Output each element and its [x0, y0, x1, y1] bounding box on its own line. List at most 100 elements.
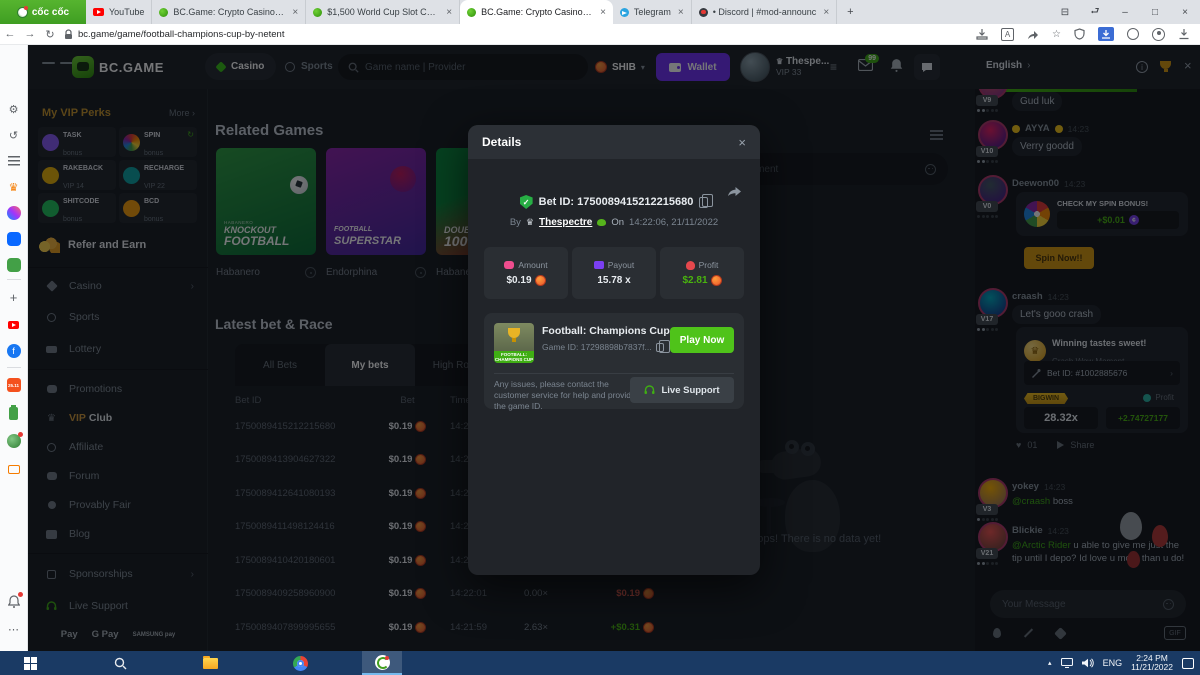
bet-author-row: By ♛ Thespectre On 14:22:06, 21/11/2022: [509, 217, 719, 228]
safe-browsing-icon[interactable]: [6, 432, 23, 449]
youtube-favicon: [93, 8, 104, 16]
headset-icon: [644, 385, 655, 394]
tab-youtube[interactable]: YouTube: [86, 0, 153, 24]
window-minimize-button[interactable]: –: [1110, 7, 1140, 18]
language-indicator[interactable]: ENG: [1103, 658, 1123, 668]
play-now-button[interactable]: Play Now: [670, 327, 734, 353]
chrome-icon[interactable]: [280, 651, 320, 675]
battery-saver-icon[interactable]: [6, 404, 22, 421]
history-icon[interactable]: ↺: [6, 127, 22, 143]
tab-close-icon[interactable]: ×: [446, 7, 452, 18]
file-explorer-icon[interactable]: [190, 651, 230, 675]
taskbar-search-icon[interactable]: [100, 651, 140, 675]
sidebar-toggle-icon[interactable]: ⊟: [1050, 7, 1080, 18]
add-shortcut-icon[interactable]: +: [6, 289, 22, 305]
bet-stats: Amount $0.19 Payout 15.78 x Profit $2.81: [484, 247, 744, 299]
divider: [7, 367, 21, 368]
brand-label: cốc cốc: [31, 6, 70, 18]
sale-event-icon[interactable]: 25.11: [6, 377, 22, 393]
bcgame-favicon: [159, 7, 169, 17]
copy-icon[interactable]: [699, 193, 714, 208]
share-icon[interactable]: [1027, 28, 1039, 40]
reading-list-icon[interactable]: [6, 153, 22, 169]
amount-icon: [504, 261, 515, 269]
volume-icon[interactable]: [1081, 658, 1094, 668]
more-options-icon[interactable]: ⋯: [6, 621, 22, 637]
tray-expand-icon[interactable]: ▴: [1048, 659, 1052, 667]
browser-address-bar: ← → ↻ bc.game/game/football-champions-cu…: [0, 24, 1200, 45]
bet-datetime: 14:22:06, 21/11/2022: [629, 217, 719, 228]
new-tab-button[interactable]: +: [837, 0, 863, 24]
window-close-button[interactable]: ×: [1170, 7, 1200, 18]
tab-discord[interactable]: • Discord | #mod-announc ×: [692, 0, 838, 24]
windows-taskbar: ▴ ENG 2:24 PM 11/21/2022: [0, 651, 1200, 675]
shib-coin-icon: [710, 275, 722, 286]
tab-bcgame-active[interactable]: BC.Game: Crypto Casino Gam ×: [460, 0, 613, 24]
tab-telegram[interactable]: Telegram ×: [613, 0, 692, 24]
window-maximize-button[interactable]: □: [1140, 7, 1170, 18]
tab-close-icon[interactable]: ×: [823, 7, 829, 18]
divider: [7, 279, 21, 280]
translate-icon[interactable]: A: [1001, 27, 1015, 41]
frog-emoji: [597, 219, 607, 226]
coccoc-taskbar-icon[interactable]: [362, 651, 402, 675]
stat-payout: Payout 15.78 x: [572, 247, 656, 299]
bet-id-row: ✓ Bet ID: 1750089415212215680: [468, 193, 760, 209]
zalo-icon[interactable]: [6, 231, 22, 247]
profile-icon[interactable]: [1152, 27, 1165, 41]
notification-bell-icon[interactable]: [6, 592, 23, 609]
shopping-cart-icon[interactable]: [6, 461, 22, 477]
gear-icon[interactable]: ⚙: [6, 101, 22, 117]
shield-adblock-icon[interactable]: [1074, 28, 1085, 40]
extensions-icon[interactable]: [1127, 28, 1139, 40]
messenger-icon[interactable]: [6, 205, 22, 221]
bcgame-site: BC.GAME Casino Sports SHIB▾ Wallet ♛ The…: [28, 45, 1200, 651]
modal-header: Details ×: [468, 125, 760, 159]
network-icon[interactable]: [1060, 658, 1073, 668]
verified-shield-icon: ✓: [519, 195, 533, 209]
url-text: bc.game/game/football-champions-cup-by-n…: [78, 28, 285, 40]
taskbar-clock[interactable]: 2:24 PM 11/21/2022: [1131, 653, 1173, 673]
save-page-icon[interactable]: [976, 28, 988, 40]
coccoc-brand[interactable]: cốc cốc: [0, 0, 86, 24]
start-button[interactable]: [10, 651, 50, 675]
discord-favicon: [698, 7, 708, 17]
tab-close-icon[interactable]: ×: [292, 7, 298, 18]
trophy-icon: [508, 328, 520, 342]
close-icon[interactable]: ×: [738, 135, 746, 150]
address-bar-icons: A ☆: [976, 27, 1190, 41]
lock-icon: [65, 28, 72, 39]
restore-session-icon[interactable]: ⮐: [1080, 4, 1110, 21]
divider: [494, 373, 734, 374]
tab-close-icon[interactable]: ×: [600, 7, 606, 18]
bcgame-favicon: [467, 7, 477, 17]
screen: cốc cốc YouTube BC.Game: Crypto Casino G…: [0, 0, 1200, 675]
download-active-icon[interactable]: [1098, 27, 1114, 41]
coccoc-logo-icon: [16, 5, 28, 18]
bookmark-star-icon[interactable]: ☆: [1052, 29, 1061, 40]
copy-icon[interactable]: [655, 339, 670, 353]
youtube-shortcut-icon[interactable]: [6, 317, 22, 333]
live-support-button[interactable]: Live Support: [630, 377, 734, 403]
bet-author-link[interactable]: Thespectre: [539, 217, 592, 228]
crown-extension-icon[interactable]: ♛: [6, 179, 22, 195]
action-center-icon[interactable]: [1182, 657, 1194, 669]
tab-worldcup-slot[interactable]: $1,500 World Cup Slot Challe ×: [306, 0, 461, 24]
bet-details-modal: Details × ✓ Bet ID: 1750089415212215680 …: [468, 125, 760, 575]
reload-icon[interactable]: ↻: [40, 28, 60, 41]
tab-close-icon[interactable]: ×: [678, 7, 684, 18]
modal-title: Details: [482, 135, 522, 149]
url-box[interactable]: bc.game/game/football-champions-cup-by-n…: [64, 29, 284, 40]
game-name: Football: Champions Cup: [542, 325, 670, 337]
tab-bcgame-1[interactable]: BC.Game: Crypto Casino Gam ×: [152, 0, 307, 24]
game-thumbnail[interactable]: FOOTBALL: CHAMPIONS CUP: [494, 323, 534, 363]
games-icon[interactable]: [6, 257, 22, 273]
downloads-icon[interactable]: [1178, 28, 1190, 40]
profit-icon: [685, 260, 695, 270]
back-icon[interactable]: ←: [0, 28, 20, 40]
bcgame-favicon: [313, 7, 323, 17]
facebook-shortcut-icon[interactable]: f: [6, 343, 22, 359]
game-id: Game ID: 17298898b7837f...: [542, 339, 670, 353]
forward-icon[interactable]: →: [20, 28, 40, 40]
shib-coin-icon: [534, 275, 546, 286]
